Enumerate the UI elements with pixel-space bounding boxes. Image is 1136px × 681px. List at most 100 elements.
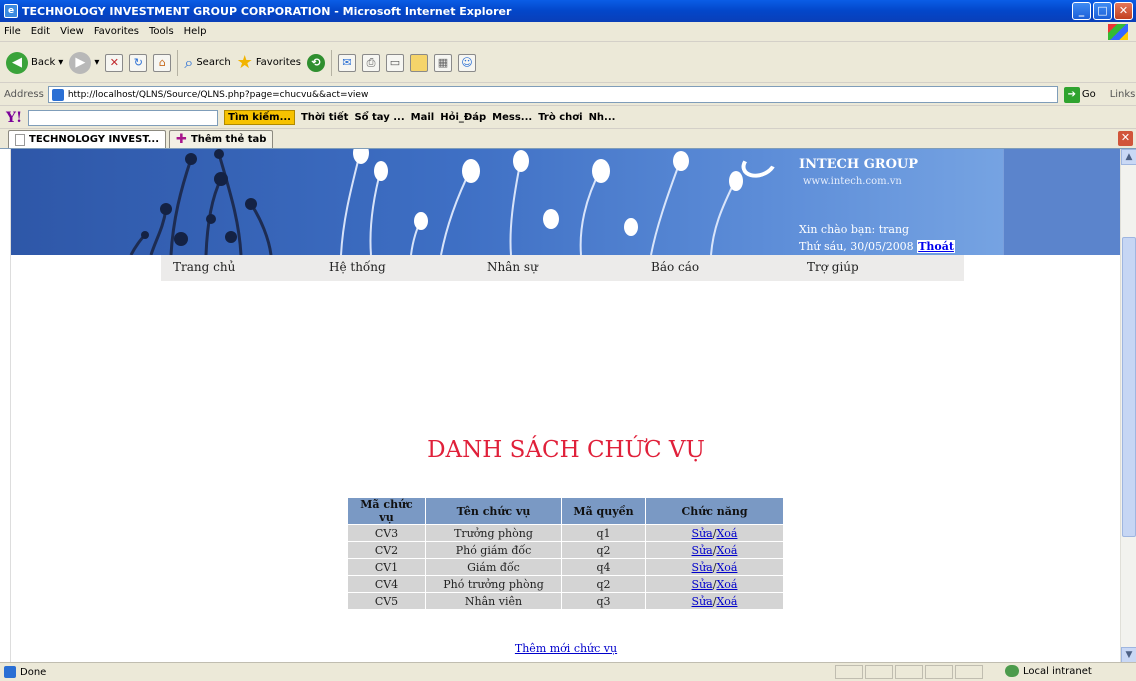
menu-tools[interactable]: Tools (149, 26, 174, 37)
menu-bar: File Edit View Favorites Tools Help (0, 22, 1136, 42)
back-arrow-icon: ◀ (6, 51, 28, 74)
window-title: TECHNOLOGY INVESTMENT GROUP CORPORATION … (22, 4, 512, 18)
edit-link[interactable]: Sửa (692, 578, 713, 591)
edit-link[interactable]: Sửa (692, 544, 713, 557)
intranet-icon (1005, 665, 1019, 677)
yahoo-messenger[interactable]: Mess... (492, 112, 532, 123)
delete-link[interactable]: Xoá (716, 527, 737, 540)
yahoo-notebook[interactable]: Sổ tay ... (354, 112, 404, 123)
folder-icon[interactable] (409, 53, 428, 72)
nav-home[interactable]: Trang chủ (173, 260, 235, 274)
menu-file[interactable]: File (4, 26, 21, 37)
nav-system[interactable]: Hệ thống (329, 260, 386, 274)
close-button[interactable]: ✕ (1114, 2, 1133, 20)
address-label: Address (4, 89, 44, 100)
close-tab-icon[interactable]: ✕ (1118, 131, 1133, 146)
delete-link[interactable]: Xoá (716, 595, 737, 608)
mail-icon[interactable]: ✉ (337, 53, 356, 72)
links-button[interactable]: Links (1110, 89, 1136, 100)
menu-view[interactable]: View (60, 26, 84, 37)
favorites-button[interactable]: ★ Favorites (237, 52, 301, 73)
brand-url: www.intech.com.vn (803, 176, 902, 187)
nav-help[interactable]: Trợ giúp (807, 260, 859, 274)
current-date: Thứ sáu, 30/05/2008 Thoát (799, 240, 955, 253)
delete-link[interactable]: Xoá (716, 578, 737, 591)
back-button[interactable]: ◀ Back ▾ (6, 51, 63, 74)
yahoo-search-input[interactable] (28, 109, 219, 126)
tab-active[interactable]: TECHNOLOGY INVEST... (8, 130, 167, 148)
permission-code: q2 (561, 575, 646, 593)
scroll-up-icon[interactable]: ▲ (1121, 149, 1136, 165)
refresh-icon[interactable]: ↻ (129, 53, 148, 72)
col-actions-header: Chức năng (645, 497, 784, 525)
edit-icon[interactable]: ▭ (385, 53, 404, 72)
maximize-button[interactable]: □ (1093, 2, 1112, 20)
web-page: INTECH GROUP www.intech.com.vn Xin chào … (10, 149, 1121, 662)
title-bar: e TECHNOLOGY INVESTMENT GROUP CORPORATIO… (0, 0, 1136, 22)
table-row: CV1 Giám đốc q4 Sửa/Xoá (347, 558, 784, 576)
yahoo-logo-icon[interactable]: Y! (6, 110, 22, 126)
delete-link[interactable]: Xoá (716, 561, 737, 574)
position-code: CV4 (347, 575, 426, 593)
scroll-thumb[interactable] (1122, 237, 1136, 537)
menu-help[interactable]: Help (184, 26, 207, 37)
security-zone: Local intranet (1005, 665, 1092, 677)
page-done-icon (4, 666, 16, 678)
yahoo-toolbar: Y! Tìm kiếm... Thời tiết Sổ tay ... Mail… (0, 107, 1136, 129)
address-bar: Address http://localhost/QLNS/Source/QLN… (0, 84, 1136, 106)
logout-link[interactable]: Thoát (917, 240, 955, 253)
banner-side-panel (1003, 149, 1121, 255)
messenger-icon[interactable]: ☺ (457, 53, 476, 72)
nav-personnel[interactable]: Nhân sự (487, 260, 538, 274)
delete-link[interactable]: Xoá (716, 544, 737, 557)
table-row: CV2 Phó giám đốc q2 Sửa/Xoá (347, 541, 784, 559)
yahoo-games[interactable]: Trò chơi (538, 112, 582, 123)
yahoo-weather[interactable]: Thời tiết (301, 112, 349, 123)
position-name: Nhân viên (425, 592, 562, 610)
go-button[interactable]: ➔ Go (1063, 86, 1096, 103)
menu-favorites[interactable]: Favorites (94, 26, 139, 37)
permission-code: q2 (561, 541, 646, 559)
col-name-header: Tên chức vụ (425, 497, 562, 525)
edit-link[interactable]: Sửa (692, 527, 713, 540)
yahoo-mail[interactable]: Mail (411, 112, 435, 123)
vertical-scrollbar[interactable]: ▲ ▼ (1120, 149, 1136, 662)
edit-link[interactable]: Sửa (692, 561, 713, 574)
position-name: Trưởng phòng (425, 524, 562, 542)
table-row: CV5 Nhân viên q3 Sửa/Xoá (347, 592, 784, 610)
page-title: DANH SÁCH CHỨC VỤ (427, 437, 705, 463)
separator (177, 49, 179, 76)
row-actions: Sửa/Xoá (645, 592, 784, 610)
add-position-link[interactable]: Thêm mới chức vụ (515, 642, 617, 655)
stop-icon[interactable]: ✕ (105, 53, 124, 72)
status-text: Done (0, 666, 46, 678)
search-button[interactable]: ⌕ Search (184, 53, 230, 73)
position-code: CV5 (347, 592, 426, 610)
history-icon[interactable]: ⟲ (306, 53, 325, 72)
separator (330, 49, 332, 76)
scroll-down-icon[interactable]: ▼ (1121, 647, 1136, 662)
edit-link[interactable]: Sửa (692, 595, 713, 608)
yahoo-more[interactable]: Nh... (589, 112, 616, 123)
new-tab-button[interactable]: ✚ Thêm thẻ tab (169, 130, 274, 148)
print-icon[interactable]: ⎙ (361, 53, 380, 72)
research-icon[interactable]: ▦ (433, 53, 452, 72)
menu-edit[interactable]: Edit (31, 26, 50, 37)
col-perm-header: Mã quyền (561, 497, 646, 525)
minimize-button[interactable]: _ (1072, 2, 1091, 20)
address-input[interactable]: http://localhost/QLNS/Source/QLNS.php?pa… (47, 86, 1058, 103)
table-row: CV4 Phó trưởng phòng q2 Sửa/Xoá (347, 575, 784, 593)
yahoo-answers[interactable]: Hỏi_Đáp (440, 112, 486, 123)
position-code: CV3 (347, 524, 426, 542)
page-icon (51, 88, 64, 101)
windows-logo-icon (1108, 24, 1128, 40)
home-icon[interactable]: ⌂ (153, 53, 172, 72)
forward-button[interactable]: ▶ ▾ (69, 51, 99, 74)
nav-reports[interactable]: Báo cáo (651, 260, 699, 274)
yahoo-find-button[interactable]: Tìm kiếm... (224, 110, 295, 125)
toolbar: ◀ Back ▾ ▶ ▾ ✕ ↻ ⌂ ⌕ Search ★ Favorites … (0, 43, 1136, 83)
row-actions: Sửa/Xoá (645, 541, 784, 559)
user-greeting: Xin chào bạn: trang (799, 223, 910, 236)
position-name: Phó giám đốc (425, 541, 562, 559)
browser-window: e TECHNOLOGY INVESTMENT GROUP CORPORATIO… (0, 0, 1136, 681)
